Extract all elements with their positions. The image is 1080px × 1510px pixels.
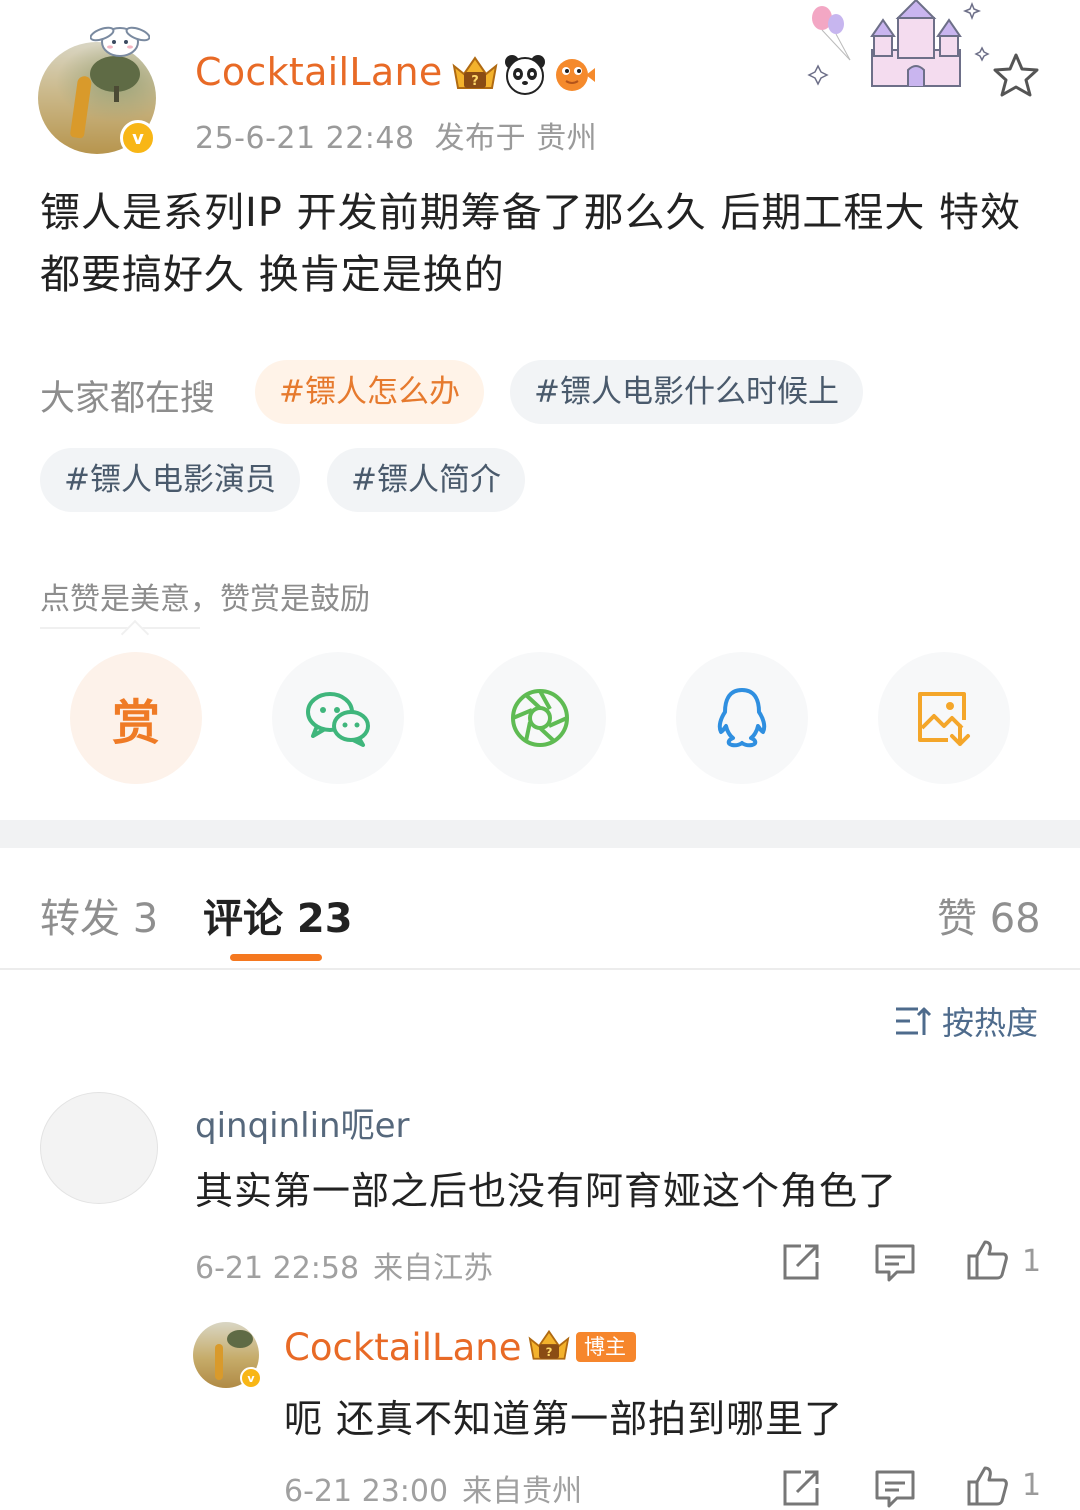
trending-search-label: 大家都在搜: [40, 379, 216, 419]
like-icon[interactable]: [965, 1464, 1009, 1508]
tab-repost[interactable]: 转发 3: [40, 886, 158, 944]
share-icon[interactable]: [779, 1240, 823, 1284]
reply-location: 来自贵州: [462, 1474, 583, 1509]
post-text: 镖人是系列IP 开发前期筹备了那么久 后期工程大 特效都要搞好久 换肯定是换的: [40, 190, 1022, 298]
active-tab-indicator: [230, 954, 322, 961]
tab-likes[interactable]: 赞 68: [937, 886, 1041, 944]
reply-icon[interactable]: [873, 1240, 917, 1284]
reward-tip: 点赞是美意，赞赏是鼓励: [40, 582, 370, 617]
share-moments-button[interactable]: [474, 652, 606, 784]
castle-decoration-icon: [807, 0, 990, 87]
reply-text: 呃 还真不知道第一部拍到哪里了: [284, 1397, 844, 1441]
commenter-name[interactable]: qinqinlin呃er: [195, 1098, 410, 1147]
post-author-name[interactable]: CocktailLane: [195, 50, 443, 94]
post-meta: 25-6-21 22:48 发布于 贵州: [195, 113, 597, 157]
save-image-icon: [918, 692, 970, 746]
crown-badge-icon: ?: [452, 56, 498, 89]
reply-icon[interactable]: [873, 1466, 917, 1510]
share-qq-button[interactable]: [676, 652, 808, 784]
wechat-icon: [306, 692, 370, 747]
tab-comments[interactable]: 评论 23: [203, 886, 353, 944]
blogger-badge: 博主: [576, 1332, 636, 1362]
like-icon[interactable]: [965, 1238, 1009, 1282]
comment-meta: 6-21 22:58 来自江苏: [195, 1243, 493, 1287]
svg-text:?: ?: [471, 74, 479, 89]
verified-badge-icon: v: [120, 120, 156, 156]
cinnamoroll-mascot-icon: [90, 26, 150, 57]
verified-badge-icon: v: [240, 1367, 262, 1389]
reply-author-name[interactable]: CocktailLane: [284, 1326, 521, 1369]
like-count: 1: [1022, 1468, 1042, 1503]
trending-tag[interactable]: #镖人电影什么时候上: [510, 360, 863, 424]
sort-label: 按热度: [942, 1004, 1039, 1042]
share-wechat-button[interactable]: [272, 652, 404, 784]
reply-time: 6-21 23:00: [284, 1474, 449, 1509]
reward-icon: 赏: [111, 695, 160, 751]
post-timestamp: 25-6-21 22:48: [195, 121, 415, 156]
tab-divider: [0, 968, 1080, 970]
commenter-avatar[interactable]: [40, 1092, 158, 1204]
sort-button[interactable]: 按热度: [894, 998, 1038, 1044]
section-divider: [0, 820, 1080, 848]
save-image-button[interactable]: [878, 652, 1010, 784]
sort-icon: [896, 1007, 932, 1035]
like-count: 1: [1022, 1244, 1042, 1279]
comment-location: 来自江苏: [373, 1251, 494, 1286]
pufferfish-icon: [556, 59, 595, 91]
svg-text:?: ?: [546, 1345, 553, 1359]
panda-icon: [505, 55, 545, 95]
post-location: 发布于 贵州: [434, 121, 598, 156]
comment-time: 6-21 22:58: [195, 1251, 360, 1286]
reward-button[interactable]: 赏: [70, 652, 202, 784]
qq-icon: [717, 688, 767, 748]
trending-tag[interactable]: #镖人怎么办: [255, 360, 484, 424]
tip-caret: [120, 619, 150, 649]
reply-meta: 6-21 23:00 来自贵州: [284, 1466, 582, 1510]
tip-divider: [40, 627, 200, 629]
share-icon[interactable]: [779, 1466, 823, 1510]
favorite-star-icon[interactable]: [990, 50, 1042, 102]
crown-badge-icon: ?: [528, 1329, 570, 1360]
trending-tag[interactable]: #镖人电影演员: [40, 448, 300, 512]
moments-icon: [511, 689, 569, 747]
trending-tag[interactable]: #镖人简介: [327, 448, 525, 512]
comment-text: 其实第一部之后也没有阿育娅这个角色了: [195, 1169, 898, 1213]
